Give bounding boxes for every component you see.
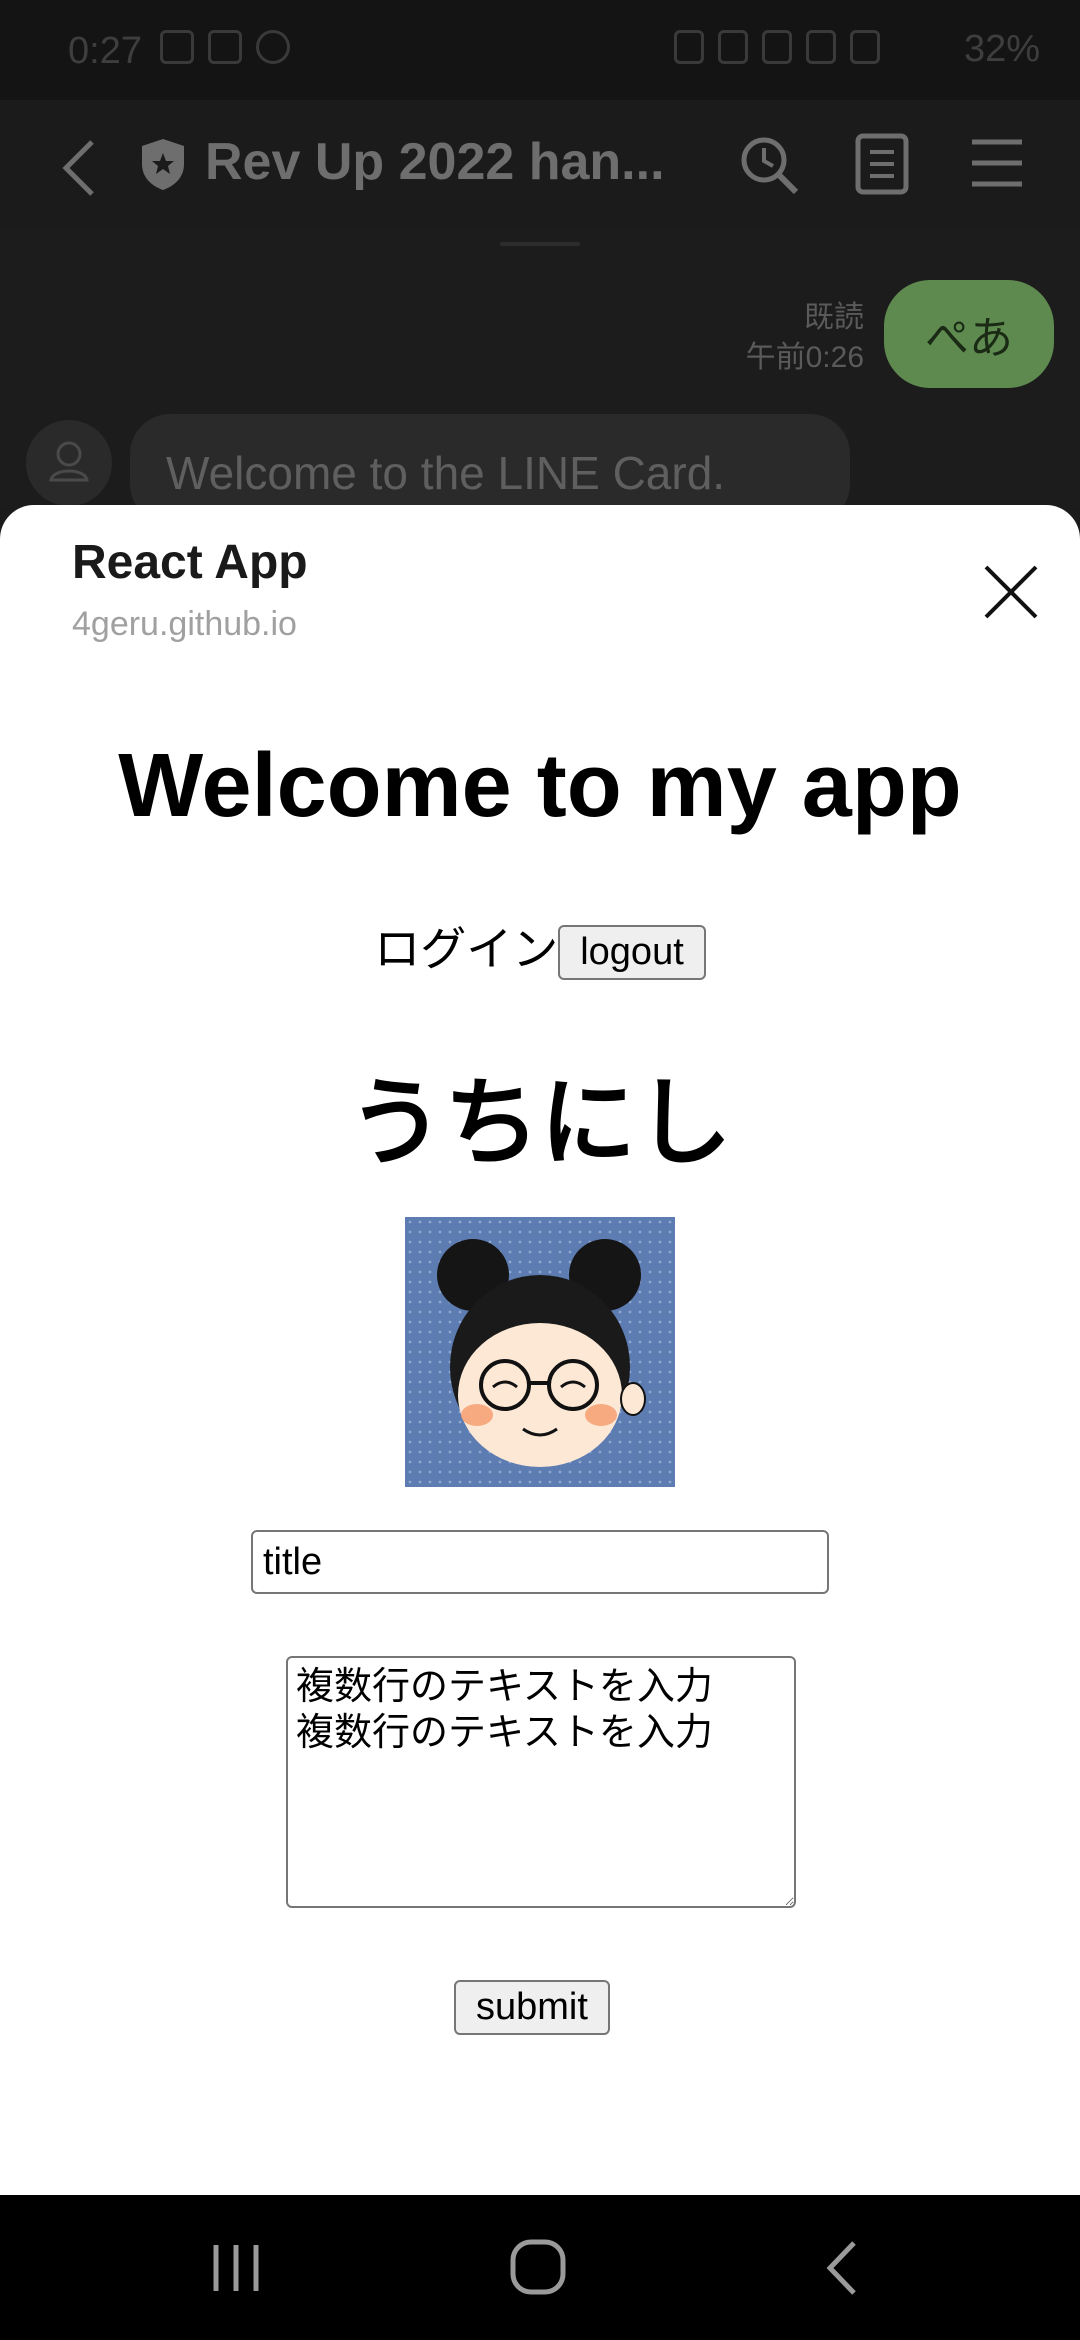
logout-button[interactable]: logout [558,925,706,981]
avatar[interactable] [26,420,112,506]
home-icon[interactable] [508,2237,568,2297]
back-icon[interactable] [56,138,106,198]
login-text: ログイン [374,923,559,975]
webview-sheet: React App 4geru.github.io Welcome to my … [0,505,1080,2195]
profile-illustration [405,1217,675,1487]
status-time: 0:27 [68,30,142,72]
sheet-domain: 4geru.github.io [72,605,297,643]
alarm-icon [718,30,748,64]
notification-icon [208,30,242,64]
title-input[interactable] [251,1530,829,1594]
chat-header: Rev Up 2022 han... [0,100,1080,230]
user-name: うちにし [348,1070,732,1177]
system-icons [674,30,880,64]
my-message-bubble[interactable]: ぺあ [884,280,1054,388]
user-icon [49,441,89,482]
back-nav-icon[interactable] [822,2239,862,2297]
recent-apps-icon[interactable] [208,2241,264,2295]
lock-icon [674,30,704,64]
wifi-icon [806,30,836,64]
profile-picture [405,1217,675,1487]
read-label: 既読 [804,301,864,334]
battery-level: 32% [963,28,1040,70]
divider [500,242,580,246]
notes-icon[interactable] [854,132,910,196]
submit-button[interactable]: submit [454,1980,610,2035]
menu-icon[interactable] [970,136,1024,190]
signal-icon [850,30,880,64]
mute-icon [762,30,792,64]
official-shield-icon [142,139,184,190]
login-row: ログイン logout [0,913,1080,981]
sheet-app-name: React App [72,536,308,589]
status-bar: 0:27 32% [0,0,1080,100]
chat-area: 既読 午前0:26 ぺあ Welcome to the LINE Card. [0,230,1080,524]
chat-title: Rev Up 2022 han... [205,133,665,191]
notification-icon [160,30,194,64]
multiline-text-input[interactable]: 複数行のテキストを入力 複数行のテキストを入力 [286,1656,796,1908]
close-icon[interactable] [978,559,1044,625]
info-icon [256,30,290,64]
notification-icons [160,30,290,64]
timestamp: 午前0:26 [745,341,864,374]
page-title: Welcome to my app [118,736,962,836]
navigation-bar [0,2195,1080,2340]
search-icon[interactable] [738,134,800,196]
message-meta: 既読 午前0:26 [746,298,864,378]
